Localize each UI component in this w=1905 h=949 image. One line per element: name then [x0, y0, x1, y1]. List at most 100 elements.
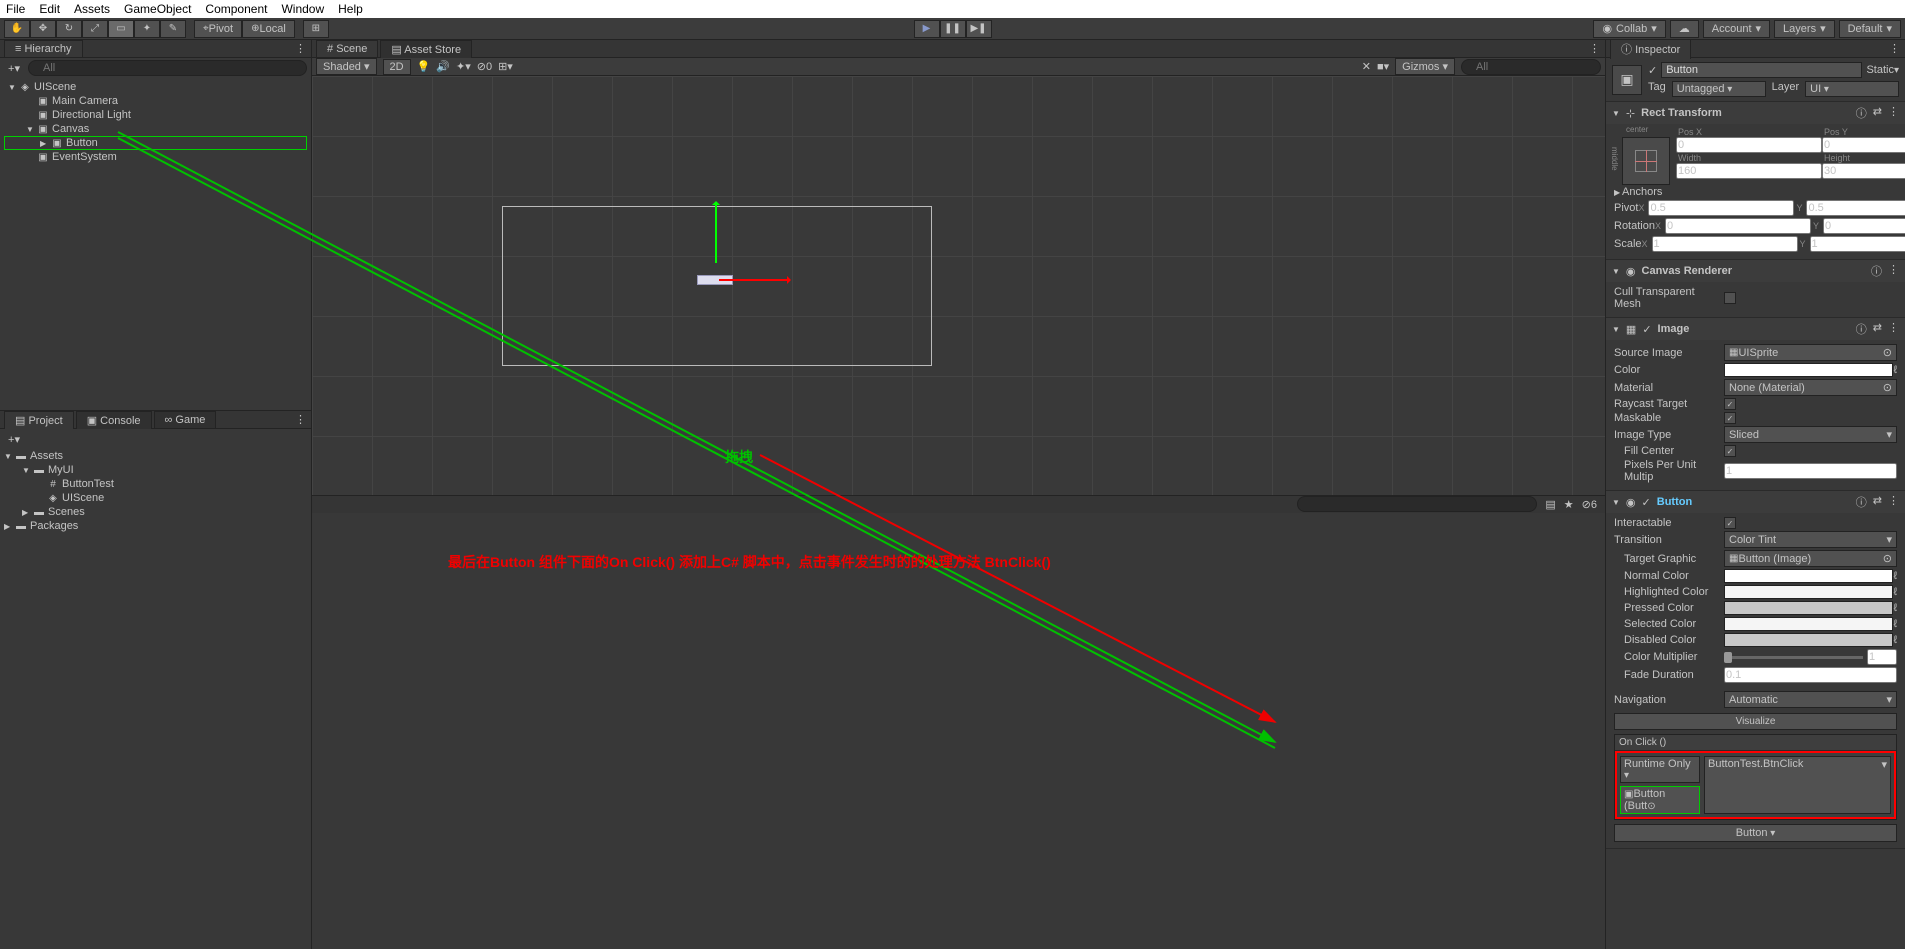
transform-tool[interactable]: ✦	[134, 20, 160, 38]
preset-icon[interactable]: ⇄	[1873, 494, 1882, 510]
component-menu-icon[interactable]: ⋮	[1888, 105, 1899, 121]
hierarchy-add-button[interactable]: +▾	[4, 62, 24, 75]
hierarchy-item-camera[interactable]: ▣Main Camera	[4, 94, 307, 108]
scale-x-input[interactable]	[1652, 236, 1798, 252]
onclick-runtime-dropdown[interactable]: Runtime Only ▾	[1620, 756, 1700, 783]
inspector-menu-icon[interactable]: ⋮	[1889, 42, 1901, 55]
move-tool[interactable]: ✥	[30, 20, 56, 38]
step-button[interactable]: ▶❚	[966, 20, 992, 38]
pressed-color-field[interactable]	[1724, 601, 1893, 615]
hierarchy-item-scene[interactable]: ▼◈UIScene	[4, 80, 307, 94]
cull-checkbox[interactable]	[1724, 292, 1736, 304]
height-input[interactable]	[1822, 163, 1905, 179]
custom-tool[interactable]: ✎	[160, 20, 186, 38]
eyedropper-icon[interactable]: ℓ	[1893, 618, 1897, 630]
rot-y-input[interactable]	[1823, 218, 1905, 234]
inspector-tab[interactable]: ⓘ Inspector	[1610, 40, 1691, 59]
project-uiscene-asset[interactable]: ◈UIScene	[0, 491, 311, 505]
component-menu-icon[interactable]: ⋮	[1888, 494, 1899, 510]
menu-window[interactable]: Window	[281, 2, 324, 16]
help-icon[interactable]: ⓘ	[1871, 263, 1882, 279]
scale-y-input[interactable]	[1810, 236, 1905, 252]
onclick-target-field[interactable]: ▣Button (Butt⊙	[1620, 786, 1700, 814]
y-axis-arrow[interactable]	[715, 203, 717, 263]
width-input[interactable]	[1676, 163, 1822, 179]
selected-color-field[interactable]	[1724, 617, 1893, 631]
project-assets-folder[interactable]: ▼▬Assets	[0, 449, 311, 463]
menu-component[interactable]: Component	[205, 2, 267, 16]
disabled-color-field[interactable]	[1724, 633, 1893, 647]
help-icon[interactable]: ⓘ	[1856, 105, 1867, 121]
anchor-preset-button[interactable]	[1622, 137, 1670, 185]
button-enabled-checkbox[interactable]: ✓	[1642, 496, 1651, 509]
eyedropper-icon[interactable]: ℓ	[1893, 364, 1897, 376]
project-buttontest-script[interactable]: #ButtonTest	[0, 477, 311, 491]
cloud-button[interactable]: ☁	[1670, 20, 1699, 38]
scene-hidden-icon[interactable]: ⊘0	[477, 60, 492, 73]
color-multiplier-slider[interactable]	[1724, 656, 1863, 659]
scene-canvas[interactable]	[312, 76, 1605, 495]
local-toggle[interactable]: ⊕Local	[242, 20, 295, 38]
collab-dropdown[interactable]: ◉ Collab ▾	[1593, 20, 1665, 38]
game-tab[interactable]: ∞ Game	[154, 411, 217, 428]
hierarchy-item-button[interactable]: ▶▣Button	[4, 136, 307, 150]
normal-color-field[interactable]	[1724, 569, 1893, 583]
hierarchy-tab[interactable]: ≡ Hierarchy	[4, 40, 83, 57]
console-tab[interactable]: ▣ Console	[76, 411, 152, 429]
project-filter-icon[interactable]: ▤	[1545, 498, 1555, 511]
project-hidden-icon[interactable]: ⊘6	[1582, 498, 1597, 511]
project-myui-folder[interactable]: ▼▬MyUI	[0, 463, 311, 477]
menu-file[interactable]: File	[6, 2, 25, 16]
project-menu-icon[interactable]: ⋮	[295, 413, 307, 426]
ppu-input[interactable]	[1724, 463, 1897, 479]
hierarchy-item-eventsystem[interactable]: ▣EventSystem	[4, 150, 307, 164]
project-scenes-folder[interactable]: ▶▬Scenes	[0, 505, 311, 519]
posy-input[interactable]	[1822, 137, 1905, 153]
preset-icon[interactable]: ⇄	[1873, 105, 1882, 121]
preset-icon[interactable]: ⇄	[1873, 321, 1882, 337]
fillcenter-checkbox[interactable]: ✓	[1724, 445, 1736, 457]
component-menu-icon[interactable]: ⋮	[1888, 263, 1899, 279]
transition-dropdown[interactable]: Color Tint▾	[1724, 531, 1897, 548]
gameobject-active-checkbox[interactable]: ✓	[1648, 64, 1657, 77]
scene-camera-icon[interactable]: ■▾	[1377, 60, 1389, 73]
static-toggle[interactable]: Static▾	[1866, 64, 1899, 76]
scene-grid-icon[interactable]: ⊞▾	[498, 60, 513, 73]
assetstore-tab[interactable]: ▤ Asset Store	[380, 40, 472, 58]
snap-toggle[interactable]: ⊞	[303, 20, 329, 38]
rot-x-input[interactable]	[1665, 218, 1811, 234]
shading-mode-dropdown[interactable]: Shaded ▾	[316, 58, 377, 75]
scene-audio-icon[interactable]: 🔊	[436, 60, 450, 73]
gizmos-dropdown[interactable]: Gizmos ▾	[1395, 58, 1455, 75]
eyedropper-icon[interactable]: ℓ	[1893, 634, 1897, 646]
2d-toggle[interactable]: 2D	[383, 59, 411, 75]
scale-tool[interactable]: ⤢	[82, 20, 108, 38]
pause-button[interactable]: ❚❚	[940, 20, 966, 38]
scene-fx-icon[interactable]: ✦▾	[456, 60, 471, 73]
onclick-function-dropdown[interactable]: ButtonTest.BtnClick▾	[1704, 756, 1891, 814]
scene-menu-icon[interactable]: ⋮	[1589, 42, 1601, 55]
source-image-field[interactable]: ▦UISprite⊙	[1724, 344, 1897, 361]
play-button[interactable]: ▶	[914, 20, 940, 38]
highlighted-color-field[interactable]	[1724, 585, 1893, 599]
menu-assets[interactable]: Assets	[74, 2, 110, 16]
tag-dropdown[interactable]: Untagged ▾	[1672, 81, 1766, 97]
pivot-toggle[interactable]: ⌖Pivot	[194, 20, 242, 38]
account-dropdown[interactable]: Account ▾	[1703, 20, 1770, 38]
project-add-button[interactable]: +▾	[4, 433, 24, 446]
interactable-checkbox[interactable]: ✓	[1724, 517, 1736, 529]
rect-tool[interactable]: ▭	[108, 20, 134, 38]
help-icon[interactable]: ⓘ	[1856, 321, 1867, 337]
hierarchy-menu-icon[interactable]: ⋮	[295, 42, 307, 55]
add-component-button[interactable]: Button ▾	[1614, 824, 1897, 842]
eyedropper-icon[interactable]: ℓ	[1893, 586, 1897, 598]
image-enabled-checkbox[interactable]: ✓	[1642, 323, 1651, 336]
raycast-checkbox[interactable]: ✓	[1724, 398, 1736, 410]
menu-gameobject[interactable]: GameObject	[124, 2, 191, 16]
project-search-input[interactable]	[1297, 496, 1537, 512]
visualize-button[interactable]: Visualize	[1614, 713, 1897, 730]
navigation-dropdown[interactable]: Automatic▾	[1724, 691, 1897, 708]
help-icon[interactable]: ⓘ	[1856, 494, 1867, 510]
hierarchy-search-input[interactable]	[28, 60, 307, 76]
x-axis-arrow[interactable]	[719, 279, 789, 281]
